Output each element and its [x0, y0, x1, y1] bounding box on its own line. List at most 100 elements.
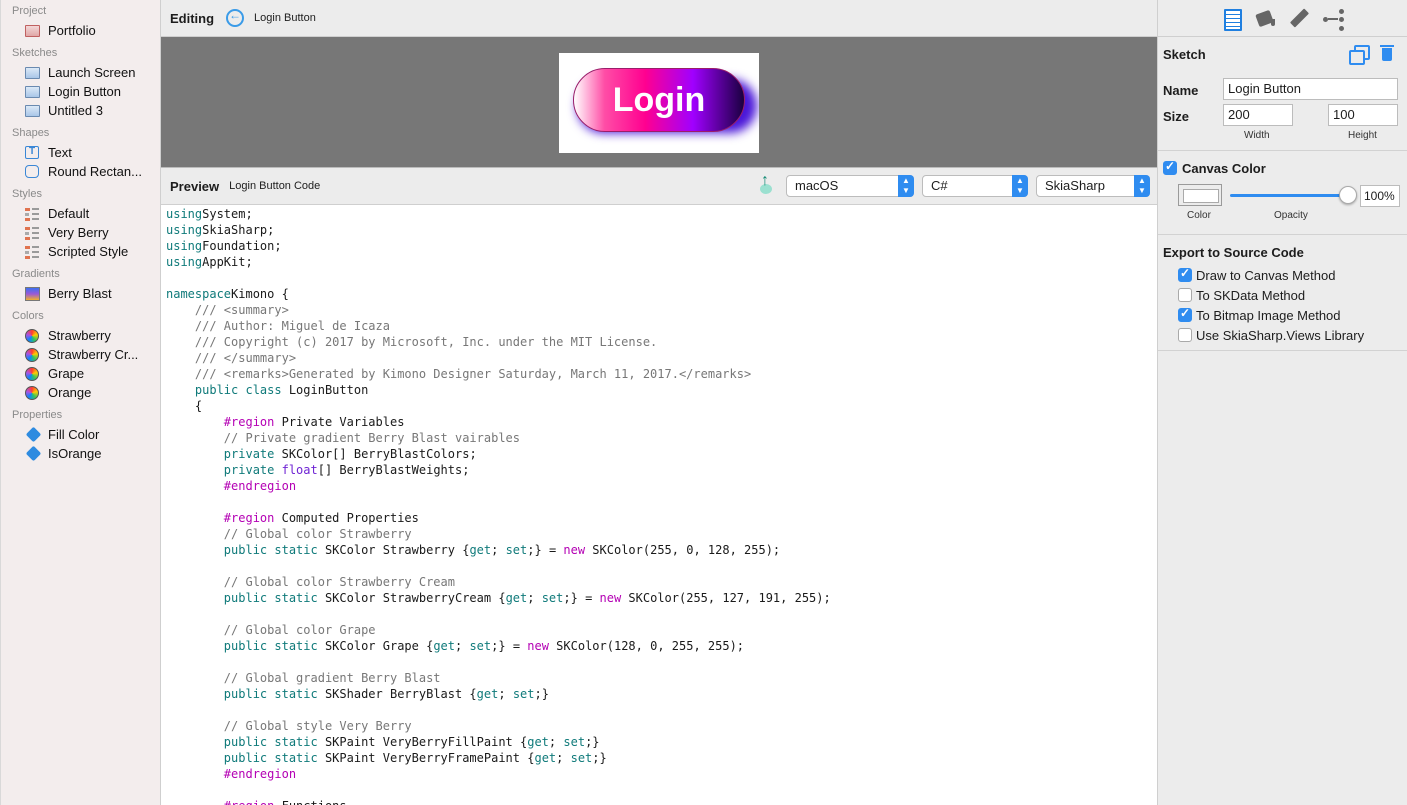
- opacity-slider-knob[interactable]: [1339, 186, 1357, 204]
- sidebar-item-label: Scripted Style: [48, 244, 129, 259]
- style-icon: [24, 207, 40, 221]
- code-preview[interactable]: usingSystem; usingSkiaSharp; usingFoundati…: [161, 206, 1157, 805]
- code-line: #endregion: [166, 767, 297, 781]
- pen-icon[interactable]: [1288, 8, 1310, 30]
- paint-bucket-icon[interactable]: [1254, 8, 1276, 30]
- export-header: Export to Source Code: [1163, 245, 1304, 260]
- editing-toolbar: Editing Login Button: [161, 0, 1157, 37]
- code-line: // Global color Strawberry: [166, 527, 412, 541]
- document-inspector-icon[interactable]: [1221, 8, 1243, 31]
- sidebar-item-grape[interactable]: Grape: [1, 364, 160, 383]
- platform-select[interactable]: macOS ▲ ▼: [786, 175, 914, 197]
- opacity-field[interactable]: 100%: [1360, 185, 1400, 207]
- code-line: usingSystem;: [166, 207, 253, 221]
- platform-value: macOS: [795, 178, 839, 193]
- sidebar-item-text[interactable]: T Text: [1, 143, 160, 162]
- library-value: SkiaSharp: [1045, 178, 1105, 193]
- sidebar-item-untitled-3[interactable]: Untitled 3: [1, 101, 160, 120]
- code-line: // Global color Grape: [166, 623, 376, 637]
- tag-icon: [24, 428, 40, 442]
- divider: [1158, 150, 1407, 151]
- height-field[interactable]: 100: [1328, 104, 1398, 126]
- preview-toolbar: Preview Login Button Code macOS ▲▼ C# ▲▼…: [161, 168, 1157, 205]
- export-option-label: Use SkiaSharp.Views Library: [1196, 328, 1365, 343]
- tag-icon: [24, 447, 40, 461]
- sidebar-item-label: Berry Blast: [48, 286, 112, 301]
- chevron-updown-icon: ▲ ▼: [898, 175, 914, 197]
- sidebar-item-portfolio[interactable]: Portfolio: [1, 21, 160, 40]
- sidebar-item-default-style[interactable]: Default: [1, 204, 160, 223]
- language-select[interactable]: C# ▲ ▼: [922, 175, 1028, 197]
- code-line: public static SKPaint VeryBerryFramePain…: [166, 751, 607, 765]
- text-shape-icon: T: [24, 146, 40, 160]
- style-icon: [24, 226, 40, 240]
- section-project: Project: [12, 5, 47, 17]
- code-line: /// <remarks>Generated by Kimono Designe…: [166, 367, 752, 381]
- sidebar-item-label: Fill Color: [48, 427, 100, 442]
- code-line: #region Private Variables: [166, 415, 405, 429]
- code-line: public class LoginButton: [166, 383, 369, 397]
- sketch-icon: [24, 104, 40, 118]
- height-caption: Height: [1348, 130, 1377, 141]
- back-arrow-icon[interactable]: [226, 8, 245, 27]
- code-line: /// Author: Miguel de Icaza: [166, 319, 390, 333]
- color-wheel-icon: [24, 347, 40, 362]
- round-rectangle-icon: [24, 165, 40, 179]
- name-field[interactable]: Login Button: [1223, 78, 1398, 100]
- sidebar-item-scripted-style[interactable]: Scripted Style: [1, 242, 160, 261]
- sidebar-item-label: Orange: [48, 385, 92, 400]
- editing-title: Editing: [170, 10, 215, 26]
- section-sketches: Sketches: [12, 47, 58, 59]
- export-option-checkbox[interactable]: [1178, 266, 1192, 282]
- design-canvas-area[interactable]: Login: [161, 37, 1157, 168]
- section-colors: Colors: [12, 310, 44, 322]
- sidebar-item-fill-color[interactable]: Fill Color: [1, 425, 160, 444]
- export-option-checkbox[interactable]: [1178, 288, 1192, 302]
- export-option-checkbox[interactable]: [1178, 328, 1192, 342]
- code-line: public static SKShader BerryBlast {get; …: [166, 687, 549, 701]
- code-line: #region Computed Properties: [166, 511, 419, 525]
- inspector-panel: Sketch Name Login Button Size 200 100 Wi…: [1157, 0, 1407, 805]
- canvas-color-checkbox[interactable]: [1163, 159, 1177, 175]
- duplicate-icon[interactable]: [1349, 45, 1370, 65]
- trash-icon[interactable]: [1380, 44, 1394, 62]
- sidebar-item-launch-screen[interactable]: Launch Screen: [1, 63, 160, 82]
- color-wheel-icon: [24, 385, 40, 400]
- sidebar-item-label: Round Rectan...: [48, 164, 142, 179]
- code-line: /// <summary>: [166, 303, 289, 317]
- hierarchy-icon[interactable]: [1322, 8, 1344, 30]
- name-label: Name: [1163, 83, 1199, 98]
- sidebar-item-berry-blast[interactable]: Berry Blast: [1, 284, 160, 303]
- code-line: public static SKColor StrawberryCream {g…: [166, 591, 831, 605]
- code-line: // Global style Very Berry: [166, 719, 412, 733]
- code-line: // Global gradient Berry Blast: [166, 671, 441, 685]
- language-value: C#: [931, 178, 948, 193]
- width-caption: Width: [1244, 130, 1270, 141]
- sidebar-item-round-rectangle[interactable]: Round Rectan...: [1, 162, 160, 181]
- sketch-icon: [24, 66, 40, 80]
- sidebar-item-strawberry[interactable]: Strawberry: [1, 326, 160, 345]
- width-field[interactable]: 200: [1223, 104, 1293, 126]
- sidebar-item-login-button[interactable]: Login Button: [1, 82, 160, 101]
- main-editor: Editing Login Button Login Preview Login…: [161, 0, 1157, 805]
- sidebar-item-very-berry[interactable]: Very Berry: [1, 223, 160, 242]
- canvas-color-swatch[interactable]: [1178, 184, 1222, 206]
- export-option-checkbox[interactable]: [1178, 306, 1192, 322]
- size-label: Size: [1163, 109, 1190, 124]
- code-line: {: [166, 399, 203, 413]
- color-caption: Color: [1187, 210, 1211, 221]
- library-select[interactable]: SkiaSharp ▲ ▼: [1036, 175, 1150, 197]
- opacity-slider-track[interactable]: [1230, 194, 1348, 197]
- section-styles: Styles: [12, 188, 42, 200]
- sketch-canvas[interactable]: Login: [559, 53, 759, 153]
- sidebar-item-label: Text: [48, 145, 72, 160]
- sidebar-item-orange[interactable]: Orange: [1, 383, 160, 402]
- code-line: #region Functions: [166, 798, 1157, 805]
- export-icon[interactable]: [758, 172, 774, 196]
- sidebar-item-strawberry-cream[interactable]: Strawberry Cr...: [1, 345, 160, 364]
- sidebar-item-isorange[interactable]: IsOrange: [1, 444, 160, 463]
- code-line: /// Copyright (c) 2017 by Microsoft, Inc…: [166, 335, 658, 349]
- login-button-shape[interactable]: Login: [573, 68, 745, 132]
